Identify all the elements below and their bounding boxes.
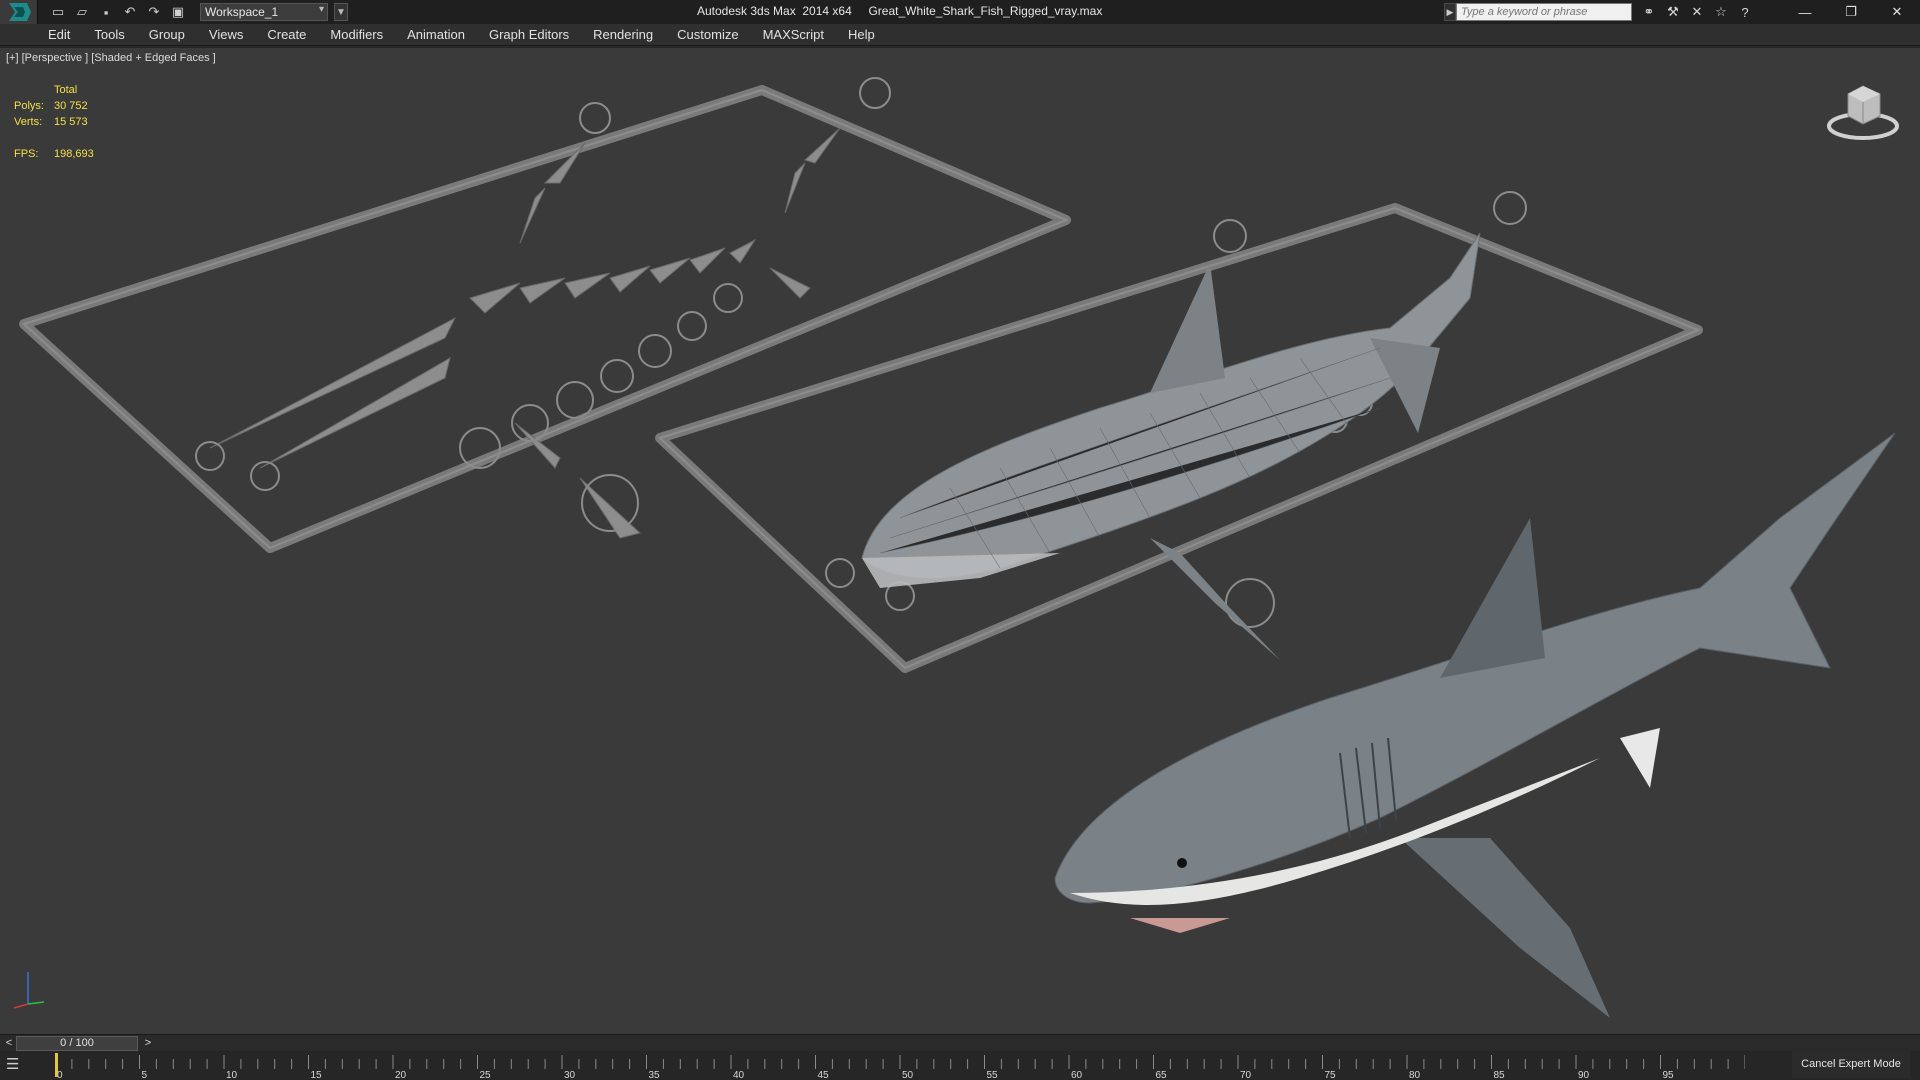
help-icon[interactable]: ?: [1736, 3, 1754, 21]
timeline-tick-label: 45: [818, 1070, 830, 1080]
app-name: Autodesk 3ds Max 2014 x64: [697, 4, 852, 18]
time-slider[interactable]: < 0 / 100 >: [0, 1034, 1920, 1051]
view-cube-icon[interactable]: [1826, 78, 1900, 144]
menu-maxscript[interactable]: MAXScript: [763, 27, 824, 42]
timeline-tick-label: 60: [1071, 1070, 1083, 1080]
timeline-tick-label: 30: [564, 1070, 576, 1080]
timeline-tick-label: 80: [1409, 1070, 1421, 1080]
time-slider-thumb[interactable]: 0 / 100: [16, 1036, 138, 1051]
window-title: Autodesk 3ds Max 2014 x64 Great_White_Sh…: [697, 4, 1102, 18]
timeline-tick-label: 5: [142, 1070, 148, 1080]
viewport-scene: [19, 77, 1896, 1018]
axis-tripod-icon: [13, 972, 45, 1009]
new-file-icon[interactable]: ▭: [48, 3, 68, 21]
minimize-icon[interactable]: —: [1782, 0, 1828, 24]
timeline-tick-label: 50: [902, 1070, 914, 1080]
timeline-tick-label: 15: [311, 1070, 323, 1080]
binoculars-icon[interactable]: ⚭: [1640, 3, 1658, 21]
quick-access-toolbar: ▭ ▱ ▪ ↶ ↷ ▣ Workspace_1 ▼: [38, 3, 348, 21]
timeline-tick-label: 10: [226, 1070, 238, 1080]
perspective-viewport[interactable]: [+] [Perspective ] [Shaded + Edged Faces…: [0, 47, 1920, 1034]
search-input[interactable]: [1456, 3, 1632, 21]
tools-icon[interactable]: ⚒: [1664, 3, 1682, 21]
exchange-icon[interactable]: ✕: [1688, 3, 1706, 21]
open-file-icon[interactable]: ▱: [72, 3, 92, 21]
restore-icon[interactable]: ❐: [1828, 0, 1874, 24]
timeline-ticks[interactable]: 0510152025303540455055606570758085909510…: [55, 1051, 1745, 1080]
track-bar[interactable]: ☰ 0 5 10 15 20 25 30 35 40 45 50 55 60 65 70 75 80 85 90 95…: [0, 1051, 1920, 1080]
timeline-tick-label: 70: [1240, 1070, 1252, 1080]
polys-value: 30 752: [54, 100, 88, 112]
timeline-tick-label: 55: [987, 1070, 999, 1080]
rig-bones[interactable]: [209, 127, 841, 539]
menu-animation[interactable]: Animation: [407, 27, 465, 42]
redo-icon[interactable]: ↷: [144, 3, 164, 21]
timeline-tick-label: 95: [1663, 1070, 1675, 1080]
verts-label: Verts:: [14, 116, 43, 128]
cancel-expert-mode-button[interactable]: Cancel Expert Mode: [1792, 1050, 1910, 1078]
verts-value: 15 573: [54, 116, 88, 128]
title-bar: ▭ ▱ ▪ ↶ ↷ ▣ Workspace_1 ▼ Autodesk 3ds M…: [0, 0, 1920, 24]
timeline-tick-label: 75: [1325, 1070, 1337, 1080]
current-frame-marker[interactable]: [55, 1053, 58, 1077]
workspace-dropdown-button[interactable]: ▼: [334, 3, 348, 21]
menu-customize[interactable]: Customize: [677, 27, 738, 42]
menu-rendering[interactable]: Rendering: [593, 27, 653, 42]
shark-textured-model[interactable]: [1054, 432, 1896, 1018]
scene-statistics: Total Polys: 30 752 Verts: 15 573 FPS: 198,…: [14, 82, 134, 162]
menu-group[interactable]: Group: [149, 27, 185, 42]
menu-graph-editors[interactable]: Graph Editors: [489, 27, 569, 42]
menu-edit[interactable]: Edit: [48, 27, 70, 42]
app-logo-icon[interactable]: [0, 0, 38, 24]
timeline-tick-label: 35: [649, 1070, 661, 1080]
project-folder-icon[interactable]: ▣: [168, 3, 188, 21]
file-name: Great_White_Shark_Fish_Rigged_vray.max: [868, 4, 1103, 18]
title-right-tools: ▶ ⚭ ⚒ ✕ ☆ ? — ❐ ✕: [1444, 0, 1920, 24]
fps-label: FPS:: [14, 148, 39, 160]
menu-create[interactable]: Create: [267, 27, 306, 42]
stats-header: Total: [54, 84, 78, 96]
time-slider-prev-button[interactable]: <: [2, 1036, 16, 1050]
save-icon[interactable]: ▪: [96, 3, 116, 21]
fps-value: 198,693: [54, 148, 94, 160]
close-icon[interactable]: ✕: [1874, 0, 1920, 24]
shark-wireframe-model[interactable]: [861, 232, 1481, 660]
search-caret-icon[interactable]: ▶: [1444, 3, 1456, 21]
timeline-tick-label: 90: [1578, 1070, 1590, 1080]
time-slider-next-button[interactable]: >: [141, 1036, 155, 1050]
menu-views[interactable]: Views: [209, 27, 243, 42]
polys-label: Polys:: [14, 100, 44, 112]
timeline-tick-label: 85: [1494, 1070, 1506, 1080]
timeline-tick-label: 25: [480, 1070, 492, 1080]
menu-bar: Edit Tools Group Views Create Modifiers …: [0, 24, 1920, 46]
viewport-label[interactable]: [+] [Perspective ] [Shaded + Edged Faces…: [6, 52, 216, 64]
favorites-star-icon[interactable]: ☆: [1712, 3, 1730, 21]
undo-icon[interactable]: ↶: [120, 3, 140, 21]
menu-modifiers[interactable]: Modifiers: [330, 27, 383, 42]
workspace-select[interactable]: Workspace_1: [200, 3, 328, 21]
timeline-tick-label: 20: [395, 1070, 407, 1080]
track-view-icon[interactable]: ☰: [6, 1055, 36, 1075]
menu-help[interactable]: Help: [848, 27, 875, 42]
timeline-tick-label: 40: [733, 1070, 745, 1080]
menu-tools[interactable]: Tools: [94, 27, 124, 42]
timeline-tick-label: 65: [1156, 1070, 1168, 1080]
